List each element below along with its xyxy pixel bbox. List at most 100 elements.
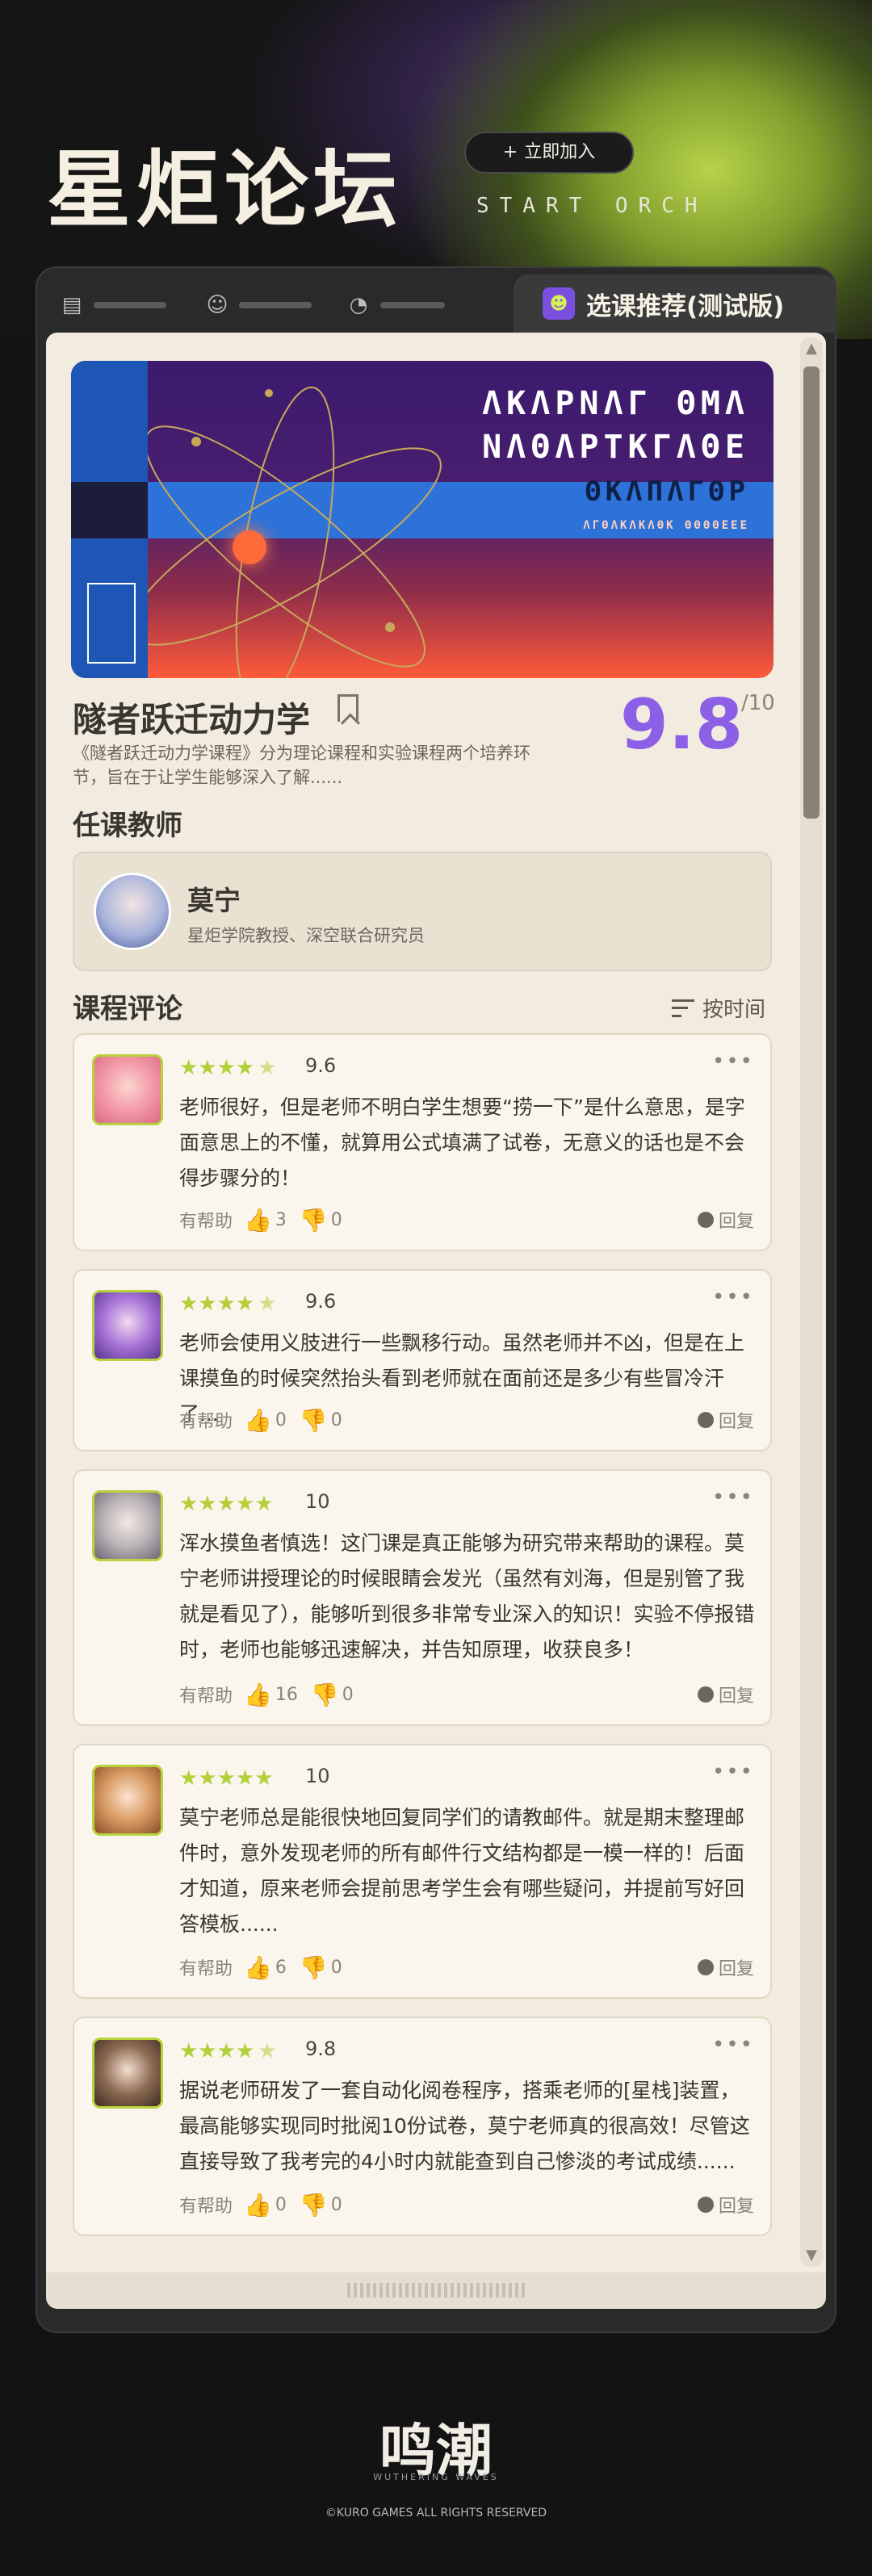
rating-stars: ★★★★★: [179, 1492, 274, 1516]
review-text: 老师很好，但是老师不明白学生想要“捞一下”是什么意思，是字面意思上的不懂，就算用…: [179, 1095, 745, 1190]
tab-placeholder-bar: [94, 302, 166, 308]
reviews-heading: 课程评论: [73, 993, 182, 1025]
sort-button[interactable]: 按时间: [672, 993, 765, 1023]
review-card: ★★★★★ 10 ••• 莫宁老师总是能很快地回复同学们的请教邮件。就是期末整理…: [73, 1744, 772, 1999]
review-rating: 9.6: [305, 1290, 337, 1313]
tab-characters[interactable]: ☺: [181, 281, 334, 329]
reviewer-avatar: [92, 1054, 163, 1125]
banner-line-3: ΘΚΛΠΛΓΘΡ: [585, 475, 749, 508]
scrollbar[interactable]: ▲ ▼: [800, 337, 823, 2267]
more-icon[interactable]: •••: [712, 2033, 754, 2057]
tab-course-recommend-label: 选课推荐(测试版): [586, 291, 785, 321]
wuthering-waves-logo-sub: WUTHERING WAVES: [373, 2472, 499, 2482]
more-icon[interactable]: •••: [712, 1049, 754, 1074]
banner-line-4: ΛΓΘΛΚΛΚΛΘΚ ΘΘΘΘΕΕΕ: [583, 519, 749, 532]
scroll-thumb[interactable]: [803, 367, 820, 819]
dislike-count: 0: [330, 2194, 342, 2215]
review-rating: 9.6: [305, 1054, 337, 1077]
chevron-down-icon[interactable]: ▼: [800, 2244, 823, 2267]
teacher-title: 星炬学院教授、深空联合研究员: [187, 926, 425, 945]
reply-icon: [697, 2197, 714, 2213]
like-count: 3: [275, 1209, 287, 1230]
thumbs-down-icon[interactable]: 👎: [300, 1407, 328, 1434]
smile-icon: ☻: [543, 287, 575, 320]
course-score: 9.8: [620, 685, 744, 765]
reply-label: 回复: [718, 1959, 754, 1979]
chevron-up-icon[interactable]: ▲: [800, 337, 823, 360]
review-text: 浑水摸鱼者慎选！这门课是真正能够为研究带来帮助的课程。莫宁老师讲授理论的时候眼睛…: [179, 1531, 755, 1661]
like-count: 16: [275, 1684, 298, 1705]
thumbs-up-icon[interactable]: 👍: [244, 1407, 272, 1434]
chat-icon: ◔: [349, 293, 368, 317]
review-rating: 10: [305, 1490, 330, 1513]
reviewer-avatar: [92, 1490, 163, 1561]
like-count: 6: [275, 1957, 287, 1978]
tab-bar: ▤ ☺ ◔ ☻ 选课推荐(测试版): [36, 274, 836, 333]
bookmark-icon[interactable]: [337, 694, 358, 722]
reply-label: 回复: [718, 1686, 754, 1707]
teacher-card[interactable]: 莫宁 星炬学院教授、深空联合研究员: [73, 852, 772, 971]
tab-placeholder-bar: [380, 302, 445, 308]
review-footer: 有帮助 👍 16 👎 0 回复: [179, 1681, 754, 1708]
join-button[interactable]: + 立即加入: [464, 132, 634, 174]
reply-label: 回复: [718, 1212, 754, 1232]
like-count: 0: [275, 2194, 287, 2215]
course-title: 隧者跃迁动力学: [73, 700, 311, 739]
reviewer-avatar: [92, 2038, 163, 2109]
thumbs-up-icon[interactable]: 👍: [244, 2192, 272, 2218]
more-icon[interactable]: •••: [712, 1760, 754, 1784]
dislike-count: 0: [342, 1684, 354, 1705]
teacher-heading: 任课教师: [73, 810, 182, 842]
helpful-label: 有帮助: [179, 1412, 233, 1432]
thumbs-down-icon[interactable]: 👎: [311, 1682, 339, 1708]
helpful-label: 有帮助: [179, 1959, 233, 1979]
tab-posts[interactable]: ▤: [36, 281, 189, 329]
reply-button[interactable]: 回复: [697, 1207, 754, 1233]
face-icon: ☺: [206, 293, 228, 317]
banner-line-2: ΝΛΘΛΡΤΚΓΛΘΕ: [482, 429, 749, 466]
thumbs-down-icon[interactable]: 👎: [300, 1954, 328, 1981]
banner-dark-strip: [71, 482, 148, 538]
reply-icon: [697, 1686, 714, 1703]
review-footer: 有帮助 👍 0 👎 0 回复: [179, 2191, 754, 2218]
join-button-label: 立即加入: [524, 142, 596, 162]
reply-button[interactable]: 回复: [697, 2192, 754, 2218]
course-description: 《隧者跃迁动力学课程》分为理论课程和实验课程两个培养环节，旨在于让学生能够深入了…: [73, 743, 530, 787]
review-rating: 9.8: [305, 2038, 337, 2060]
reviewer-avatar: [92, 1765, 163, 1836]
dislike-count: 0: [330, 1209, 342, 1230]
reply-button[interactable]: 回复: [697, 1407, 754, 1433]
dislike-count: 0: [330, 1409, 342, 1430]
thumbs-up-icon[interactable]: 👍: [244, 1682, 272, 1708]
helpful-label: 有帮助: [179, 1212, 233, 1232]
reply-button[interactable]: 回复: [697, 1954, 754, 1980]
more-icon[interactable]: •••: [712, 1285, 754, 1309]
reply-icon: [697, 1212, 714, 1228]
reply-label: 回复: [718, 2197, 754, 2217]
review-footer: 有帮助 👍 0 👎 0 回复: [179, 1406, 754, 1434]
sort-label: 按时间: [702, 998, 766, 1022]
reply-icon: [697, 1412, 714, 1428]
plus-icon: +: [502, 142, 518, 162]
rating-stars: ★★★★★: [179, 2039, 277, 2063]
teacher-avatar: [94, 873, 171, 950]
reply-button[interactable]: 回复: [697, 1682, 754, 1707]
thumbs-down-icon[interactable]: 👎: [300, 1207, 328, 1234]
review-text: 据说老师研发了一套自动化阅卷程序，搭乘老师的[星栈]装置，最高能够实现同时批阅1…: [179, 2079, 750, 2173]
document-icon: ▤: [61, 293, 82, 317]
thumbs-up-icon[interactable]: 👍: [244, 1207, 272, 1234]
reply-label: 回复: [718, 1412, 754, 1432]
thumbs-down-icon[interactable]: 👎: [300, 2192, 328, 2218]
tab-chat[interactable]: ◔: [326, 281, 463, 329]
review-footer: 有帮助 👍 6 👎 0 回复: [179, 1954, 754, 1981]
more-icon[interactable]: •••: [712, 1485, 754, 1510]
copyright-text: ©KURO GAMES ALL RIGHTS RESERVED: [325, 2507, 547, 2519]
thumbs-up-icon[interactable]: 👍: [244, 1954, 272, 1981]
panel-bottom-handle[interactable]: [46, 2272, 826, 2308]
review-card: ★★★★ ★ 9.6 ••• 老师很好，但是老师不明白学生想要“捞一下”是什么意思…: [73, 1033, 772, 1251]
helpful-label: 有帮助: [179, 1686, 233, 1707]
review-card: ★★★★ ★ 9.6 ••• 老师会使用义肢进行一些飘移行动。虽然老师并不凶，但是…: [73, 1269, 772, 1451]
dislike-count: 0: [330, 1957, 342, 1978]
helpful-label: 有帮助: [179, 2197, 233, 2217]
tab-course-recommend[interactable]: ☻ 选课推荐(测试版): [514, 274, 836, 333]
